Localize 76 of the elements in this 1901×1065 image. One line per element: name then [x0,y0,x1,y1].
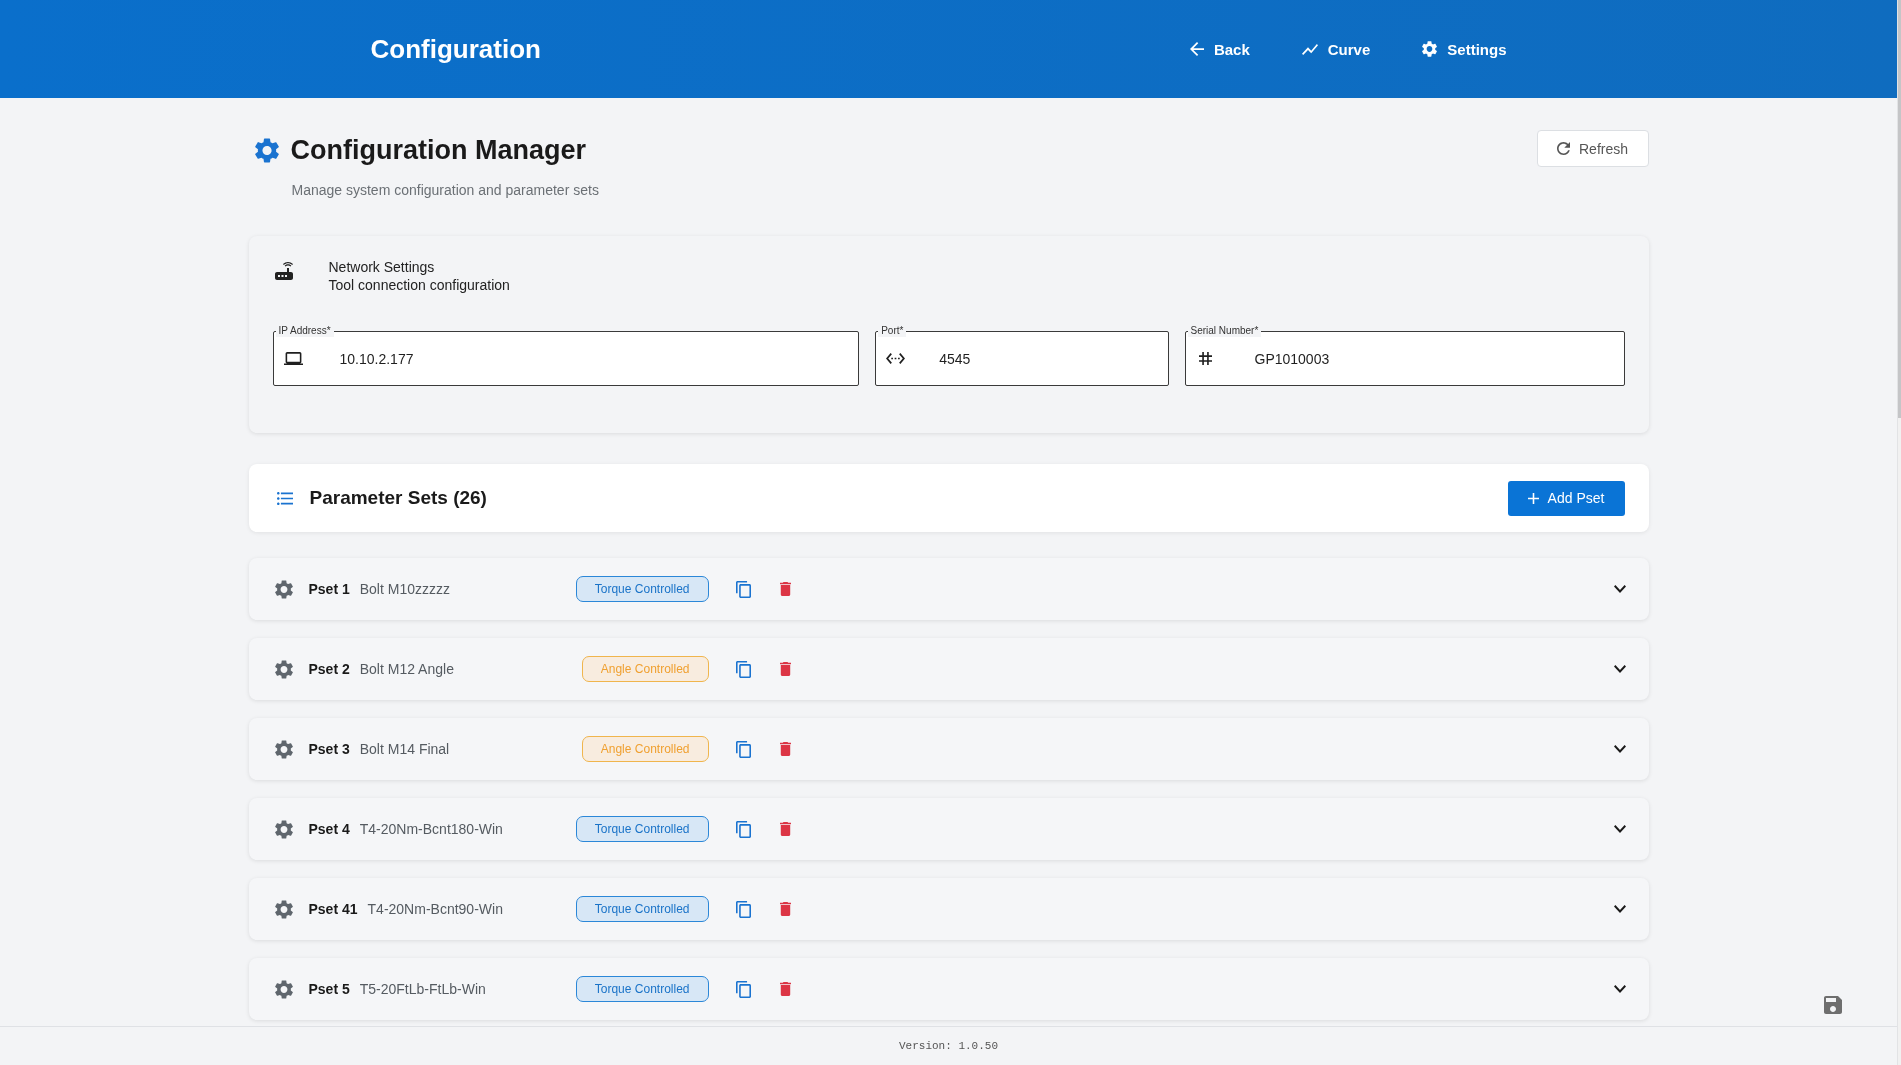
pset-name: Bolt M12 Angle [359,661,454,677]
trash-icon[interactable] [779,662,791,676]
page-subtitle: Manage system configuration and parameter sets [291,181,599,199]
field-label: Port* [878,324,907,337]
pset-name: T4-20Nm-Bcnt180-Win [359,821,503,837]
control-mode-tag: Torque Controlled [575,576,709,602]
section-title: Network Settings [328,258,436,276]
trash-icon[interactable] [779,582,791,596]
chevron-icon[interactable] [1613,985,1626,993]
pset-row[interactable]: Pset 2 Bolt M12 Angle Angle Controlled [248,638,1649,700]
chevron-icon[interactable] [1613,905,1626,913]
chevron-icon[interactable] [1613,665,1626,673]
pset-row[interactable]: Pset 5 T5-20FtLb-FtLb-Win Torque Controlled [248,958,1649,1020]
nav-button[interactable]: Settings [1412,32,1517,66]
chevron-icon[interactable] [1613,585,1626,593]
pset-row[interactable]: Pset 3 Bolt M14 Final Angle Controlled [248,718,1649,780]
pset-name: T4-20Nm-Bcnt90-Win [367,901,503,917]
gear-icon [274,819,293,839]
refresh-button[interactable]: Refresh [1536,130,1649,167]
trash-icon[interactable] [779,902,791,916]
copy-icon[interactable] [735,980,751,998]
pset-row[interactable]: Pset 4 T4-20Nm-Bcnt180-Win Torque Controlled [248,798,1649,860]
app-title: Configuration [370,33,541,65]
chevron-icon[interactable] [1613,825,1626,833]
scrollbar-track[interactable] [1897,0,1901,1065]
pset-number: Pset 5 [308,981,350,997]
chevron-icon[interactable] [1613,745,1626,753]
section-subtitle: Tool connection configuration [328,276,510,294]
control-mode-tag: Angle Controlled [581,736,709,762]
section-title: Parameter Sets (26) [309,487,488,509]
arrow-left-icon [1189,42,1204,56]
pset-number: Pset 3 [308,741,350,757]
control-mode-tag: Torque Controlled [575,896,709,922]
pset-name: Bolt M14 Final [359,741,450,757]
line-chart-icon [1301,43,1318,55]
gear-icon [274,899,293,919]
control-mode-tag: Torque Controlled [575,976,709,1002]
pset-name: Bolt M10zzzzz [359,581,450,597]
gear-icon [274,739,293,759]
pset-number: Pset 41 [308,901,358,917]
list-icon [276,491,293,505]
copy-icon[interactable] [735,900,751,918]
pset-number: Pset 4 [308,821,350,837]
copy-icon[interactable] [735,740,751,758]
hash-icon [1198,352,1212,365]
settings-icon [1422,41,1438,57]
control-mode-tag: Angle Controlled [581,656,709,682]
add-pset-button[interactable]: Add Pset [1507,480,1625,516]
trash-icon[interactable] [779,982,791,996]
copy-icon[interactable] [735,660,751,678]
copy-icon[interactable] [735,820,751,838]
copy-icon[interactable] [735,580,751,598]
gear-icon [274,659,293,679]
refresh-icon [1557,142,1570,155]
router-icon [274,262,293,280]
gear-icon [274,579,293,599]
laptop-icon [283,352,303,365]
field-label: IP Address* [275,324,334,337]
version-text: Version: 1.0.50 [899,1040,998,1052]
pset-number: Pset 1 [308,581,350,597]
pset-row[interactable]: Pset 1 Bolt M10zzzzz Torque Controlled [248,558,1649,620]
nav-button[interactable]: Curve [1291,32,1381,66]
trash-icon[interactable] [779,742,791,756]
nav-button[interactable]: Back [1179,32,1260,66]
field-label: Serial Number* [1187,324,1262,337]
control-mode-tag: Torque Controlled [575,816,709,842]
page-title: Configuration Manager [290,134,586,166]
pset-number: Pset 2 [308,661,350,677]
gear-icon [254,137,279,163]
trash-icon[interactable] [779,822,791,836]
scrollbar-thumb[interactable] [1898,0,1901,418]
gear-icon [274,979,293,999]
pset-name: T5-20FtLb-FtLb-Win [359,981,486,997]
pset-row[interactable]: Pset 41 T4-20Nm-Bcnt90-Win Torque Controlled [248,878,1649,940]
plus-icon [1527,492,1539,504]
angle-brackets-icon [886,353,906,364]
